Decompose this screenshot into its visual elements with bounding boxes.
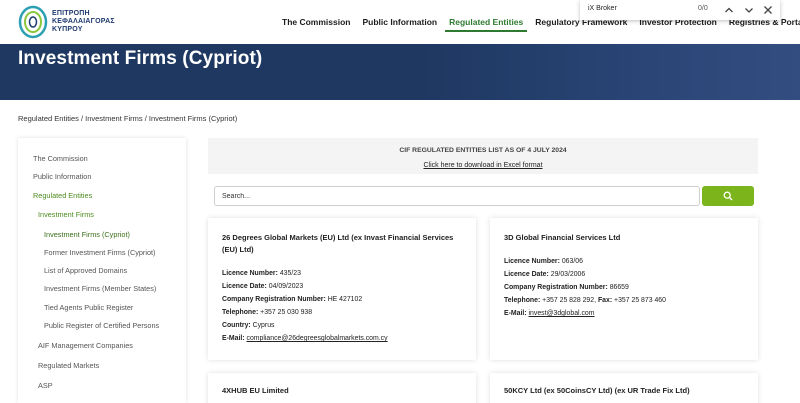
sidebar-item-regulated-markets[interactable]: Regulated Markets (38, 361, 99, 370)
find-input[interactable]: iX Broker (588, 5, 617, 12)
site-logo[interactable]: ΕΠΙΤΡΟΠΗ ΚΕΦΑΛΑΙΑΓΟΡΑΣ ΚΥΠΡΟΥ (18, 4, 138, 40)
search-icon (723, 191, 733, 201)
nav-public-information[interactable]: Public Information (356, 0, 443, 44)
chevron-up-icon (725, 7, 733, 13)
logo-line-3: ΚΥΠΡΟΥ (52, 26, 83, 33)
email: E-Mail: invest@3dglobal.com (504, 310, 595, 317)
sidebar-item-approved-domains[interactable]: List of Approved Domains (44, 266, 127, 275)
entities-list-notice: CIF REGULATED ENTITIES LIST AS OF 4 JULY… (208, 138, 758, 174)
search-input[interactable] (214, 186, 700, 206)
logo-emblem-icon (18, 5, 48, 39)
find-next-button[interactable] (742, 3, 756, 17)
sidebar-item-certified-persons[interactable]: Public Register of Certified Persons (44, 321, 159, 330)
sidebar-nav: The Commission Public Information Regula… (18, 138, 186, 403)
chevron-down-icon (745, 8, 753, 13)
find-close-button[interactable] (761, 3, 775, 17)
firm-name: 26 Degrees Global Markets (EU) Ltd (ex I… (222, 233, 454, 254)
telephone: Telephone: +357 25 030 938 (222, 309, 313, 316)
company-registration: Company Registration Number: 86659 (504, 284, 629, 291)
firm-name: 4XHUB EU Limited (222, 386, 289, 395)
licence-date: Licence Date: 29/03/2006 (504, 271, 586, 278)
download-excel-link[interactable]: Click here to download in Excel format (423, 162, 542, 169)
licence-date: Licence Date: 04/09/2023 (222, 283, 304, 290)
email-link[interactable]: invest@3dglobal.com (529, 310, 595, 317)
sidebar-item-public-information[interactable]: Public Information (33, 172, 91, 181)
licence-number: Licence Number: 435/23 (222, 270, 301, 277)
firm-card: 26 Degrees Global Markets (EU) Ltd (ex I… (208, 218, 476, 360)
email-link[interactable]: compliance@26degreesglobalmarkets.com.cy (247, 335, 388, 342)
nav-regulated-entities[interactable]: Regulated Entities (443, 0, 529, 44)
sidebar-item-tied-agents[interactable]: Tied Agents Public Register (44, 303, 133, 312)
sidebar-item-aif-management[interactable]: AIF Management Companies (38, 341, 133, 350)
sidebar-item-asp[interactable]: ASP (38, 381, 53, 390)
sidebar-item-regulated-entities[interactable]: Regulated Entities (33, 191, 92, 200)
firm-card: 3D Global Financial Services Ltd Licence… (490, 218, 758, 360)
logo-line-2: ΚΕΦΑΛΑΙΑΓΟΡΑΣ (52, 18, 115, 25)
country: Country: Cyprus (222, 322, 275, 329)
find-match-count: 0/0 (698, 5, 708, 12)
sidebar-item-investment-firms[interactable]: Investment Firms (38, 210, 94, 219)
page-title: Investment Firms (Cypriot) (18, 48, 263, 69)
sidebar-item-investment-firms-cypriot[interactable]: Investment Firms (Cypriot) (44, 230, 130, 239)
firm-card: 4XHUB EU Limited (208, 373, 476, 403)
close-icon (764, 6, 772, 14)
sidebar-item-the-commission[interactable]: The Commission (33, 154, 88, 163)
firm-name: 50KCY Ltd (ex 50CoinsCY Ltd) (ex UR Trad… (504, 386, 690, 395)
search-button[interactable] (702, 186, 754, 206)
find-previous-button[interactable] (722, 3, 736, 17)
breadcrumb[interactable]: Regulated Entities / Investment Firms / … (18, 114, 237, 123)
firm-card: 50KCY Ltd (ex 50CoinsCY Ltd) (ex UR Trad… (490, 373, 758, 403)
email: E-Mail: compliance@26degreesglobalmarket… (222, 335, 388, 342)
find-bar: iX Broker 0/0 (580, 0, 780, 20)
logo-line-1: ΕΠΙΤΡΟΠΗ (52, 10, 90, 17)
firm-name: 3D Global Financial Services Ltd (504, 233, 621, 242)
notice-title: CIF REGULATED ENTITIES LIST AS OF 4 JULY… (399, 147, 567, 154)
page-banner: Investment Firms (Cypriot) (0, 44, 800, 100)
sidebar-item-former-investment-firms[interactable]: Former Investment Firms (Cypriot) (44, 248, 156, 257)
sidebar-item-investment-firms-member-states[interactable]: Investment Firms (Member States) (44, 284, 156, 293)
banner-decoration (420, 44, 800, 100)
nav-the-commission[interactable]: The Commission (276, 0, 356, 44)
telephone-fax: Telephone: +357 25 828 292, Fax: +357 25… (504, 297, 666, 304)
company-registration: Company Registration Number: HE 427102 (222, 296, 363, 303)
licence-number: Licence Number: 063/06 (504, 258, 583, 265)
